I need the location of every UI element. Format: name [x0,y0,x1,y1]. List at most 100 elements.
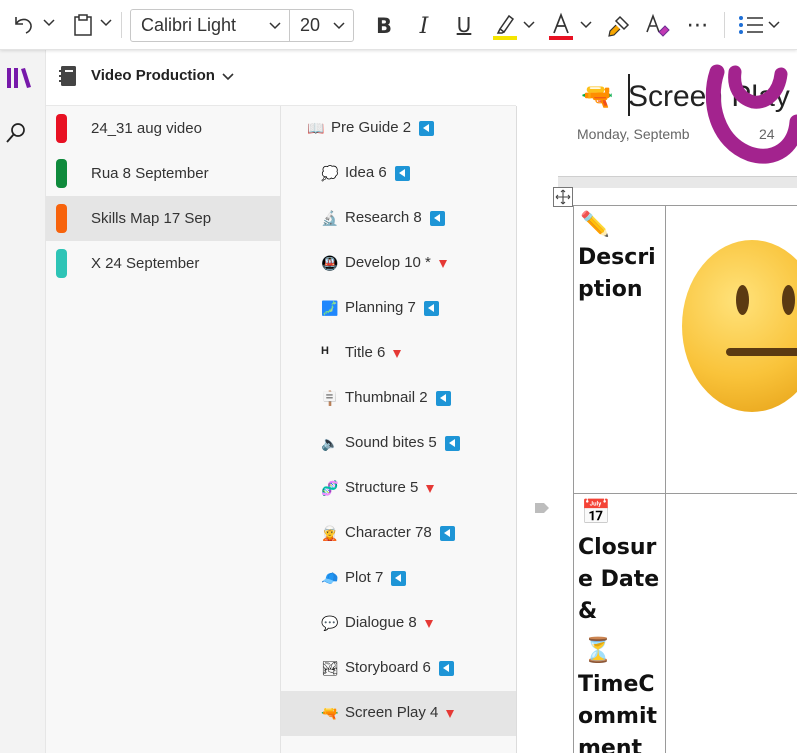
highlighter-icon [493,14,517,40]
page-item[interactable]: 🔬 Research 8 [281,196,516,241]
page-label: Character 78 [345,524,432,541]
chevron-down-icon[interactable] [580,21,592,29]
undo-button[interactable] [8,12,38,38]
calendar-icon: 📅 [581,499,611,526]
page-date: Monday, Septemb [577,126,690,142]
section-item[interactable]: 24_31 aug video [46,106,280,151]
section-color-tab [56,204,67,233]
clear-formatting-button[interactable] [642,11,672,41]
chevron-down-icon[interactable] [100,19,112,27]
chevron-down-icon[interactable] [523,21,535,29]
red-triangle-icon [439,260,447,268]
page-item[interactable]: 🏞 Storyboard 6 [281,646,516,691]
section-color-tab [56,114,67,143]
search-icon[interactable] [5,122,27,144]
format-painter-icon [608,15,630,37]
table-border [573,205,797,206]
font-size-box[interactable]: 20 [289,9,354,42]
section-color-tab [56,249,67,278]
font-name-value: Calibri Light [141,15,237,35]
page-label: Develop 10 * [345,254,431,271]
page-label: Pre Guide 2 [331,119,412,136]
section-label: Rua 8 September [91,165,209,182]
notebook-title: Video Production [91,67,215,84]
page-emoji-icon: 🗾 [321,300,339,316]
page-emoji-icon: 🔬 [321,210,339,226]
page-emoji-icon: 🚇 [321,255,339,271]
page-label: Title 6 [345,344,386,361]
blue-arrow-icon [440,526,455,541]
table-move-handle[interactable] [553,187,573,207]
blue-arrow-icon [424,301,439,316]
note-canvas[interactable]: 🔫 Screen Play Monday, Septemb 24 ✏️ Desc… [517,50,797,753]
page-label: Planning 7 [345,299,416,316]
bullets-icon [739,16,763,34]
page-item-selected[interactable]: 🔫 Screen Play 4 [281,691,516,736]
page-item[interactable]: 🧢 Plot 7 [281,556,516,601]
ink-drawing[interactable] [705,62,797,172]
section-list: 24_31 aug video Rua 8 September Skills M… [46,106,281,753]
page-item[interactable]: 🧝 Character 78 [281,511,516,556]
chevron-down-icon[interactable] [269,22,281,30]
italic-button[interactable]: I [410,12,438,40]
navigation-rail [0,50,46,753]
page-item[interactable]: 🪧 Thumbnail 2 [281,376,516,421]
notebook-header[interactable]: Video Production [46,50,516,106]
table-cell-label[interactable]: TimeCommitment [578,669,664,753]
font-name-box[interactable]: Calibri Light [130,9,290,42]
font-color-button[interactable] [546,10,576,42]
page-item[interactable]: 🚇 Develop 10 * [281,241,516,286]
section-label: 24_31 aug video [91,120,202,137]
underline-button[interactable]: U [450,11,478,39]
page-item[interactable]: 🧬 Structure 5 [281,466,516,511]
highlight-button[interactable] [490,10,520,42]
paste-button[interactable] [70,11,96,39]
chevron-down-icon[interactable] [333,22,345,30]
page-label: Dialogue 8 [345,614,417,631]
pencil-icon: ✏️ [580,211,610,238]
page-label: Structure 5 [345,479,419,496]
page-item[interactable]: 🗾 Planning 7 [281,286,516,331]
table-border [573,493,797,494]
more-button[interactable]: ⋯ [683,12,713,38]
table-cell-label[interactable]: Closure Date & [578,532,664,628]
page-emoji-icon: 📖 [307,120,325,136]
notebooks-icon[interactable] [6,66,32,90]
page-item[interactable]: H Title 6 [281,331,516,376]
blue-arrow-icon [439,661,454,676]
blue-arrow-icon [445,436,460,451]
page-item[interactable]: 🔈 Sound bites 5 [281,421,516,466]
clear-format-icon [646,13,670,37]
font-size-value: 20 [300,15,321,35]
section-item[interactable]: X 24 September [46,241,280,286]
section-label: Skills Map 17 Sep [91,210,212,227]
page-item[interactable]: 💬 Dialogue 8 [281,601,516,646]
page-label: Sound bites 5 [345,434,437,451]
neutral-face-icon: 😐 [682,240,797,412]
blue-arrow-icon [436,391,451,406]
page-emoji-icon: 🔫 [321,705,339,721]
clipboard-icon [74,14,92,36]
undo-icon [15,17,32,34]
page-item[interactable]: 💭 Idea 6 [281,151,516,196]
page-emoji-icon: 💭 [321,165,339,181]
section-item-selected[interactable]: Skills Map 17 Sep [46,196,280,241]
hourglass-icon: ⏳ [583,637,613,664]
chevron-down-icon[interactable] [43,19,55,27]
page-label: Idea 6 [345,164,387,181]
section-item[interactable]: Rua 8 September [46,151,280,196]
page-label: Plot 7 [345,569,384,586]
bold-button[interactable]: B [370,12,398,40]
page-list: 📖 Pre Guide 2 💭 Idea 6 🔬 Research 8 🚇 Develop 1… [281,106,517,753]
page-label: Thumbnail 2 [345,389,428,406]
format-painter-button[interactable] [604,11,634,41]
page-emoji-icon: H [321,345,329,357]
chevron-down-icon[interactable] [222,73,234,81]
page-item[interactable]: 📖 Pre Guide 2 [281,106,516,151]
chevron-down-icon[interactable] [768,21,780,29]
table-cell-label[interactable]: Description [578,242,664,306]
notebook-icon [59,66,76,86]
bullets-button[interactable] [735,11,767,39]
page-label: Research 8 [345,209,422,226]
tag-icon[interactable] [534,502,550,514]
